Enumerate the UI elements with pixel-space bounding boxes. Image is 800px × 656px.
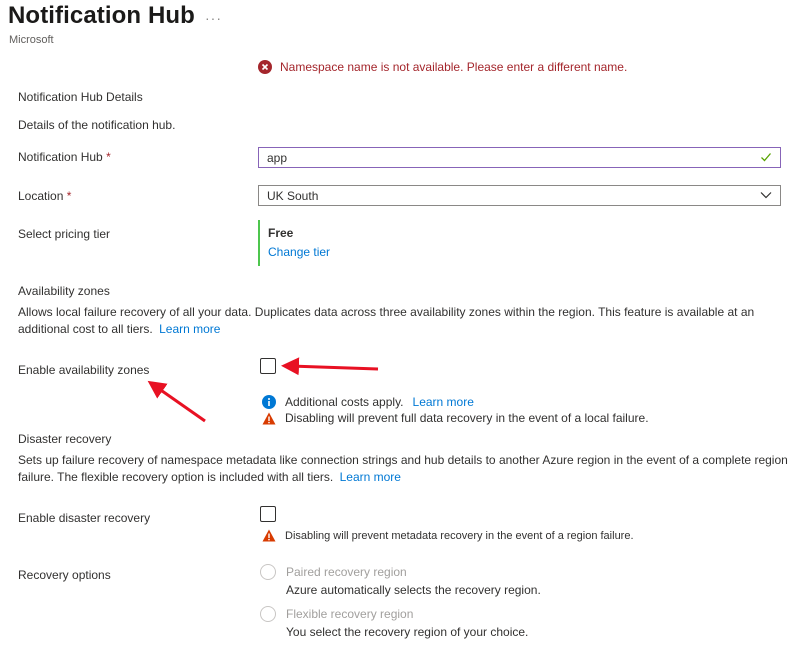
change-tier-link[interactable]: Change tier bbox=[268, 245, 330, 259]
pricing-tier-card: Free Change tier bbox=[258, 220, 330, 266]
notification-hub-value: app bbox=[267, 150, 288, 165]
annotation-arrow-to-checkbox bbox=[281, 357, 379, 376]
disaster-learn-more-link[interactable]: Learn more bbox=[340, 470, 401, 484]
field-label-notification-hub: Notification Hub * bbox=[18, 150, 111, 164]
availability-info-text: Additional costs apply. bbox=[285, 395, 404, 409]
section-heading-details: Notification Hub Details bbox=[18, 90, 143, 104]
disaster-warning-text: Disabling will prevent metadata recovery… bbox=[285, 529, 634, 542]
availability-learn-more-link[interactable]: Learn more bbox=[159, 322, 220, 336]
section-heading-availability: Availability zones bbox=[18, 284, 110, 298]
more-options-button[interactable]: ··· bbox=[205, 10, 222, 26]
field-label-enable-availability: Enable availability zones bbox=[18, 363, 150, 377]
page-title: Notification Hub bbox=[8, 2, 195, 29]
location-value: UK South bbox=[267, 188, 319, 203]
publisher-subtitle: Microsoft bbox=[9, 34, 54, 46]
location-label-text: Location bbox=[18, 189, 64, 203]
paired-recovery-region-description: Azure automatically selects the recovery… bbox=[286, 583, 541, 597]
availability-info-note: Additional costs apply. Learn more bbox=[262, 395, 474, 409]
warning-icon bbox=[262, 529, 276, 542]
disaster-recovery-checkbox[interactable] bbox=[260, 506, 276, 522]
availability-zones-checkbox[interactable] bbox=[260, 358, 276, 374]
flexible-recovery-region-description: You select the recovery region of your c… bbox=[286, 625, 529, 639]
info-icon bbox=[262, 395, 276, 409]
required-marker: * bbox=[66, 189, 72, 203]
notification-hub-input[interactable]: app bbox=[258, 147, 781, 168]
availability-info-learn-more-link[interactable]: Learn more bbox=[413, 395, 474, 409]
section-description-disaster-recovery: Sets up failure recovery of namespace me… bbox=[18, 452, 788, 486]
error-text: Namespace name is not available. Please … bbox=[280, 60, 628, 74]
error-message: Namespace name is not available. Please … bbox=[258, 60, 627, 74]
flexible-recovery-region-label: Flexible recovery region bbox=[286, 607, 414, 621]
availability-warning-text: Disabling will prevent full data recover… bbox=[285, 411, 649, 425]
warning-icon bbox=[262, 412, 276, 424]
error-icon bbox=[258, 60, 272, 74]
disaster-warning-note: Disabling will prevent metadata recovery… bbox=[262, 529, 634, 542]
checkmark-icon bbox=[761, 153, 771, 162]
radio-flexible-recovery-region[interactable] bbox=[260, 606, 276, 622]
annotation-arrow-to-label bbox=[147, 380, 206, 423]
section-description-availability: Allows local failure recovery of all you… bbox=[18, 304, 793, 338]
chevron-down-icon bbox=[760, 192, 772, 199]
availability-warning-note: Disabling will prevent full data recover… bbox=[262, 411, 649, 425]
field-label-pricing-tier: Select pricing tier bbox=[18, 227, 111, 241]
radio-paired-recovery-region[interactable] bbox=[260, 564, 276, 580]
section-heading-disaster-recovery: Disaster recovery bbox=[18, 432, 112, 446]
tier-name: Free bbox=[268, 226, 294, 240]
notification-hub-label-text: Notification Hub bbox=[18, 150, 103, 164]
location-dropdown[interactable]: UK South bbox=[258, 185, 781, 206]
disaster-description-text: Sets up failure recovery of namespace me… bbox=[18, 453, 788, 484]
field-label-enable-disaster-recovery: Enable disaster recovery bbox=[18, 511, 151, 525]
section-description-details: Details of the notification hub. bbox=[18, 118, 176, 132]
availability-description-text: Allows local failure recovery of all you… bbox=[18, 305, 755, 336]
field-label-location: Location * bbox=[18, 189, 71, 203]
paired-recovery-region-label: Paired recovery region bbox=[286, 565, 407, 579]
required-marker: * bbox=[106, 150, 111, 164]
field-label-recovery-options: Recovery options bbox=[18, 568, 111, 582]
